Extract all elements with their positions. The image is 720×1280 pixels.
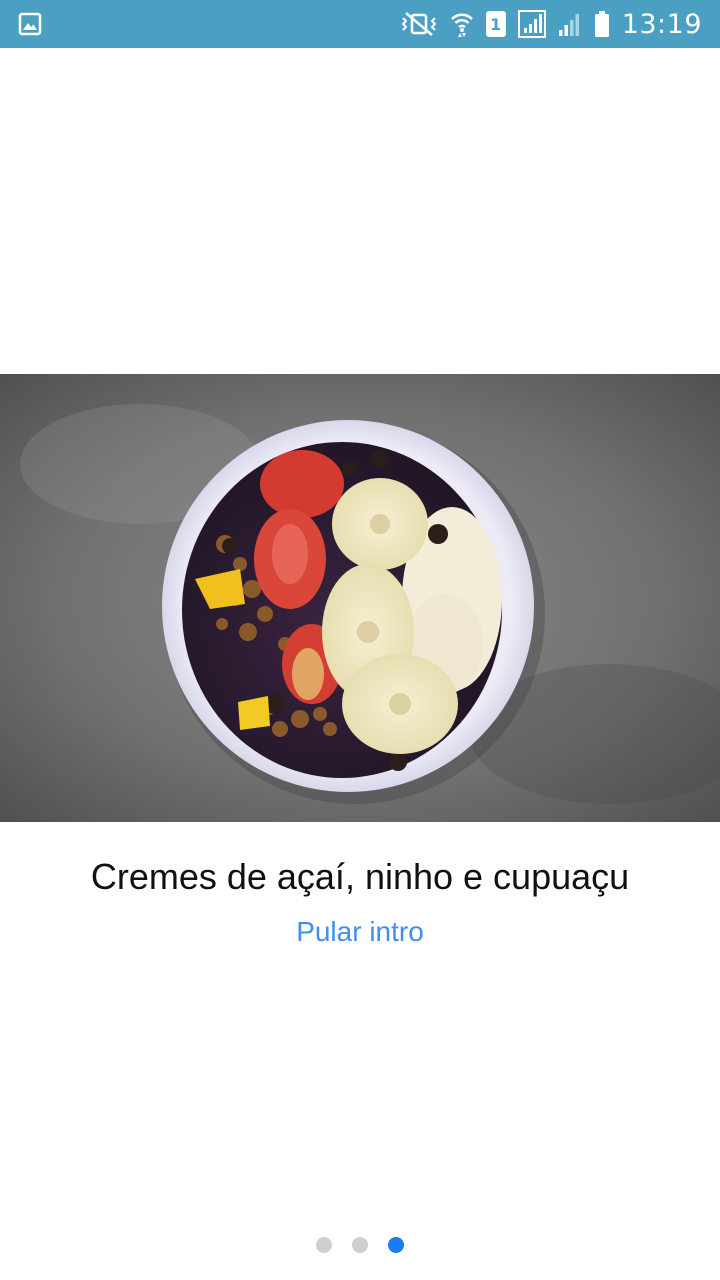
page-dot-2[interactable] (352, 1237, 368, 1253)
signal-weak-icon (558, 11, 582, 37)
slide-title: Cremes de açaí, ninho e cupuaçu (90, 856, 630, 897)
acai-bowl-photo (0, 374, 720, 822)
skip-intro-button[interactable]: Pular intro (0, 916, 720, 948)
signal-icon (517, 10, 546, 38)
battery-icon (594, 10, 610, 38)
status-clock: 13:19 (621, 8, 702, 40)
page-indicator (0, 1237, 720, 1255)
sim-icon: 1 (485, 11, 506, 37)
page-dot-3-active[interactable] (388, 1237, 404, 1253)
vibrate-icon (400, 11, 438, 37)
page-dot-1[interactable] (316, 1237, 332, 1253)
status-bar: 1 13:19 (0, 0, 720, 48)
wifi-icon (450, 10, 474, 38)
sim-label: 1 (490, 14, 502, 34)
gallery-icon (18, 12, 42, 36)
